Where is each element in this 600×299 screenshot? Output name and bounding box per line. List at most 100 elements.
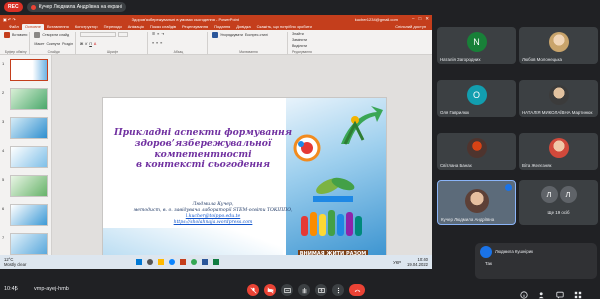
autosave-icon[interactable]: ▣ ↶ ↷ — [3, 17, 16, 22]
avatar: O — [466, 85, 487, 105]
participant-tile-active[interactable]: Кучер Людмила Андріївна — [437, 180, 516, 225]
participant-name: Оля Гаврилюк — [440, 110, 470, 115]
participant-tile[interactable]: N Наталія Загородних — [437, 27, 516, 64]
powerpoint-icon[interactable] — [180, 259, 187, 265]
recording-badge: REC — [4, 2, 23, 12]
avatar — [548, 32, 569, 52]
participant-tile[interactable]: Світлана Банах — [437, 133, 516, 170]
tab-design[interactable]: Конструктор — [72, 24, 101, 30]
replace-button[interactable]: Замінити — [292, 38, 312, 42]
tab-animations[interactable]: Анімація — [125, 24, 147, 30]
paragraph-group-label: Абзац — [173, 50, 184, 54]
weather-widget[interactable]: 12°C Mostly clear — [4, 257, 26, 267]
slide-thumbnail[interactable] — [10, 88, 48, 110]
bold-icon[interactable]: Ж — [80, 42, 83, 46]
start-icon[interactable] — [136, 259, 143, 265]
account-name[interactable]: kucher1234@gmail.com — [355, 17, 398, 22]
numbering-icon[interactable]: ≡ — [157, 32, 159, 36]
search-icon[interactable] — [147, 259, 154, 265]
participant-tile[interactable]: НАТАЛІЯ МИКОЛАЇВНА Мартинюк — [519, 80, 598, 117]
tell-me-search[interactable]: Скажіть, що потрібно зробити — [254, 24, 315, 30]
chrome-icon[interactable] — [191, 259, 198, 265]
new-slide-button[interactable]: Створити слайд — [42, 33, 69, 37]
shapes-icon[interactable] — [211, 32, 218, 38]
align-center-icon[interactable]: ≡ — [156, 41, 158, 45]
camera-off-button[interactable] — [264, 284, 276, 296]
tab-insert[interactable]: Вставлення — [44, 24, 72, 30]
align-right-icon[interactable]: ≡ — [160, 41, 162, 45]
participant-tile[interactable]: Любов Молонецька — [519, 27, 598, 64]
people-icon[interactable] — [538, 286, 546, 299]
underline-icon[interactable]: П — [89, 42, 92, 46]
presenter-label: Кучер Людмила Андріївна на екрані — [38, 4, 122, 10]
tray-language[interactable]: УКР — [393, 260, 401, 265]
info-icon[interactable] — [520, 286, 528, 299]
layout-button[interactable]: Макет — [34, 42, 44, 46]
tab-slideshow[interactable]: Показ слайдів — [147, 24, 179, 30]
slide-thumbnail[interactable] — [10, 175, 48, 197]
more-options-button[interactable] — [332, 284, 344, 296]
drawing-group: Упорядкувати Експрес-стилі Малювання — [210, 32, 288, 54]
captions-button[interactable] — [281, 284, 293, 296]
more-participants-tile[interactable]: Л Л Ще 19 осіб — [519, 180, 598, 225]
chat-notification[interactable]: Людмила Кушнірик Так — [475, 243, 597, 279]
tray-clock[interactable]: 10:40 19.04.2022 — [407, 257, 428, 267]
align-left-icon[interactable]: ≡ — [152, 41, 154, 45]
mic-off-icon — [249, 286, 257, 294]
meet-top-bar: REC Кучер Людмила Андріївна на екрані — [0, 0, 600, 14]
italic-icon[interactable]: К — [85, 42, 87, 46]
paste-icon[interactable] — [4, 32, 10, 38]
excel-icon[interactable] — [213, 259, 220, 265]
tab-help[interactable]: Довідка — [233, 24, 253, 30]
tab-file[interactable]: Файл — [6, 24, 22, 30]
participant-tile[interactable]: Віта Желєзняк — [519, 133, 598, 170]
new-slide-icon[interactable] — [34, 32, 41, 38]
bullets-icon[interactable]: ☰ — [152, 32, 155, 36]
tab-transitions[interactable]: Переходи — [101, 24, 125, 30]
mic-off-button[interactable] — [247, 284, 259, 296]
paste-button[interactable]: Вставити — [12, 33, 27, 37]
current-slide[interactable]: Прикладні аспекти формування здоров’язбе… — [102, 97, 387, 259]
participant-name: НАТАЛІЯ МИКОЛАЇВНА Мартинюк — [522, 110, 593, 115]
participant-tile[interactable]: O Оля Гаврилюк — [437, 80, 516, 117]
tab-home[interactable]: Основне — [21, 24, 44, 30]
indent-icon[interactable]: ⇥ — [161, 32, 164, 36]
section-button[interactable]: Розділ — [62, 42, 73, 46]
raise-hand-button[interactable] — [298, 284, 310, 296]
quick-styles-button[interactable]: Експрес-стилі — [245, 33, 268, 37]
minimize-icon[interactable]: – — [412, 16, 415, 22]
more-count-label: Ще 19 осіб — [547, 210, 570, 215]
slide-background-wave — [103, 228, 283, 258]
find-button[interactable]: Знайти — [292, 32, 312, 36]
select-button[interactable]: Виділити — [292, 44, 312, 48]
slide-thumbnail[interactable] — [10, 117, 48, 139]
activities-icon[interactable] — [574, 286, 582, 299]
slide-thumbnail[interactable] — [10, 233, 48, 255]
tab-view[interactable]: Подання — [211, 24, 233, 30]
presenter-banner[interactable]: Кучер Людмила Андріївна на екрані — [26, 2, 126, 12]
slides-group-label: Слайди — [47, 50, 60, 54]
font-name-box[interactable] — [79, 32, 116, 37]
arrange-button[interactable]: Упорядкувати — [220, 33, 243, 37]
taskbar-apps — [136, 259, 220, 265]
edge-icon[interactable] — [169, 259, 176, 265]
slide-thumbnail[interactable] — [10, 146, 48, 168]
slide-author-block[interactable]: Людмила Кучер, методист, в. о. завідувач… — [123, 202, 303, 226]
maximize-icon[interactable]: □ — [419, 16, 422, 22]
share-button[interactable]: Спільний доступ — [392, 24, 429, 30]
leave-call-button[interactable] — [349, 284, 365, 296]
reset-button[interactable]: Скинути — [47, 42, 61, 46]
close-icon[interactable]: ✕ — [425, 16, 429, 22]
thumbnail-pane: 1 2 3 4 5 6 7 — [0, 55, 52, 259]
slide-thumbnail[interactable] — [10, 204, 48, 226]
slide-thumbnail[interactable] — [10, 59, 48, 81]
present-button[interactable] — [315, 284, 327, 296]
slide-title[interactable]: Прикладні аспекти формування здоров’язбе… — [103, 127, 303, 171]
explorer-icon[interactable] — [158, 259, 165, 265]
tab-review[interactable]: Рецензування — [179, 24, 211, 30]
word-icon[interactable] — [202, 259, 209, 265]
font-size-box[interactable] — [117, 32, 128, 37]
thumb-number: 3 — [2, 119, 5, 124]
chat-icon[interactable] — [556, 286, 564, 299]
font-color-icon[interactable]: A — [94, 42, 96, 46]
